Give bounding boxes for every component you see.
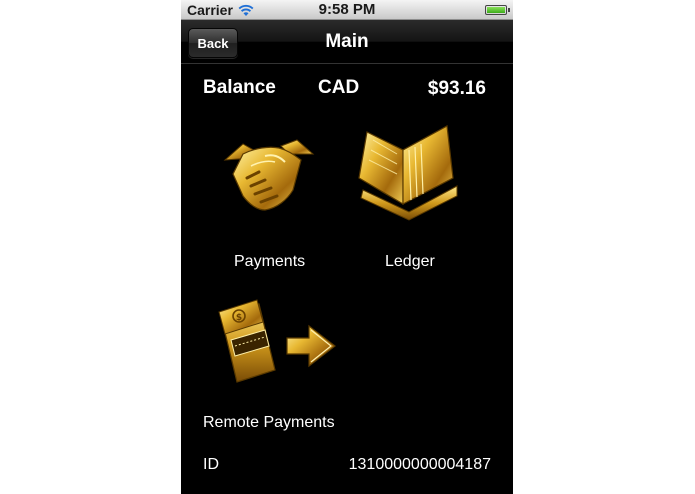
- payments-label: Payments: [234, 253, 306, 270]
- ledger-tile[interactable]: [353, 120, 465, 224]
- account-id-value: 1310000000004187: [348, 456, 491, 473]
- money-transfer-icon: $: [218, 299, 336, 383]
- balance-label: Balance: [203, 77, 276, 98]
- handshake-icon: [223, 139, 315, 211]
- status-bar: Carrier 9:58 PM: [181, 0, 513, 20]
- balance-amount: $93.16: [427, 78, 486, 99]
- navigation-bar: Back Main: [181, 20, 513, 64]
- remote-payments-tile[interactable]: $: [213, 296, 341, 386]
- status-time: 9:58 PM: [318, 1, 376, 18]
- svg-text:$: $: [236, 313, 242, 323]
- phone-screen: Carrier 9:58 PM Back Main Balance CAD $9…: [181, 0, 513, 494]
- ledger-label: Ledger: [385, 253, 435, 270]
- page-title: Main: [325, 31, 369, 52]
- battery-icon: [485, 5, 510, 15]
- payments-tile[interactable]: [221, 130, 317, 216]
- balance-currency: CAD: [318, 77, 360, 98]
- open-book-icon: [358, 125, 458, 221]
- account-id-label: ID: [203, 456, 219, 473]
- remote-payments-label: Remote Payments: [203, 414, 335, 431]
